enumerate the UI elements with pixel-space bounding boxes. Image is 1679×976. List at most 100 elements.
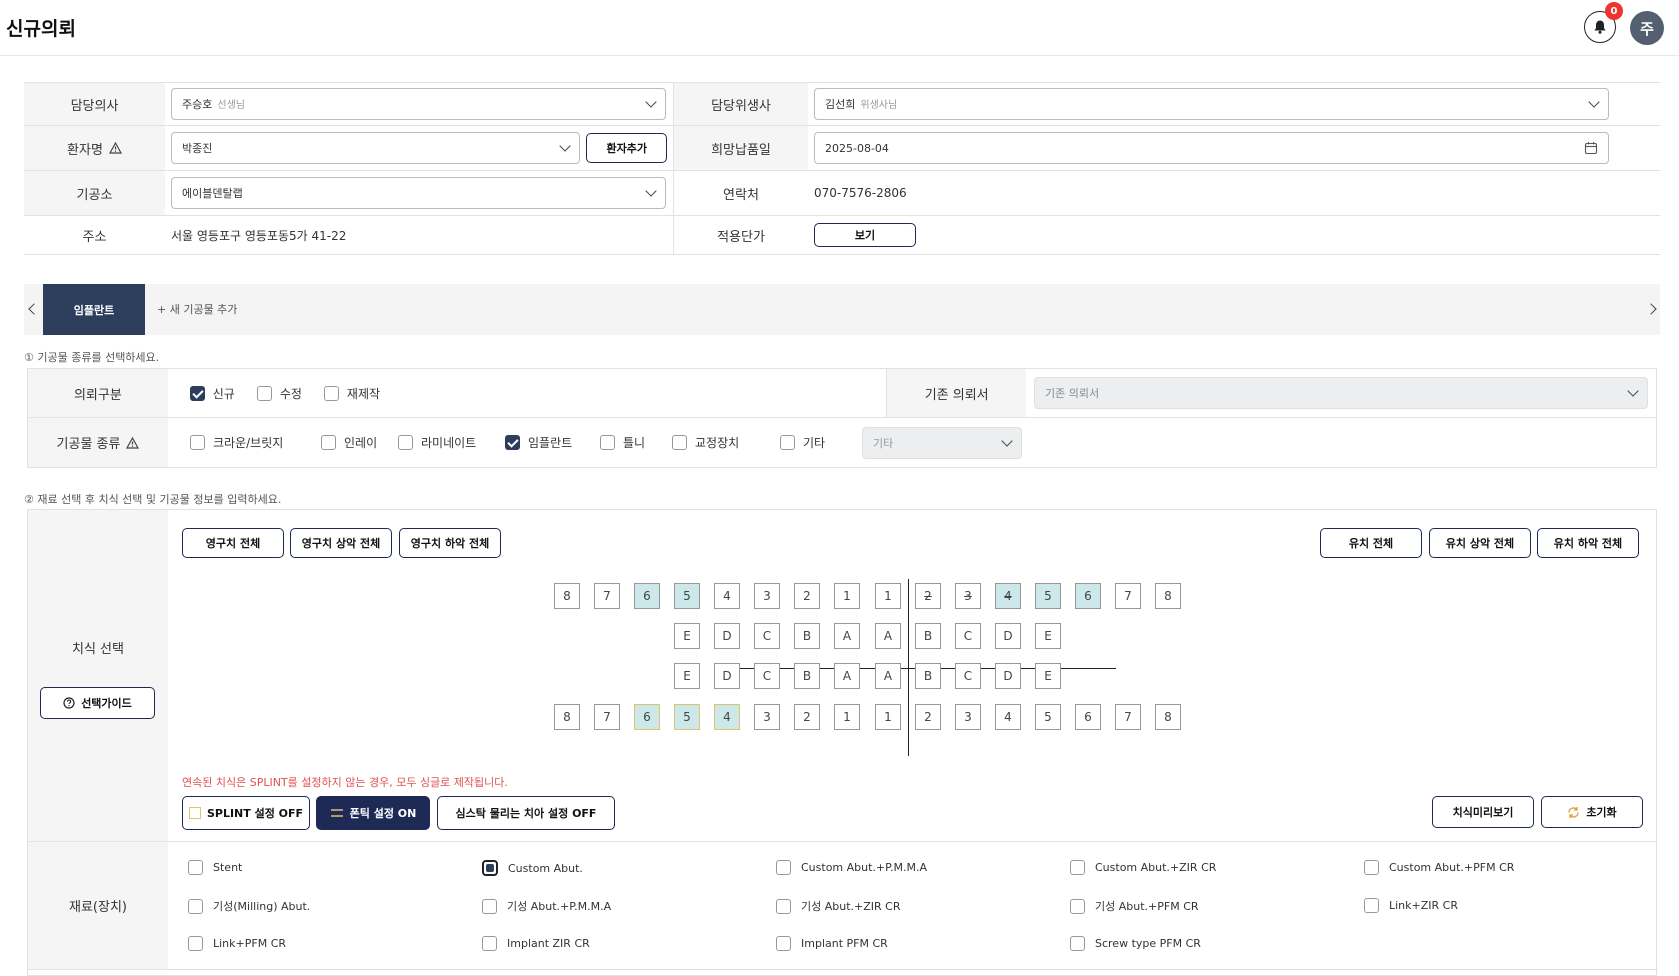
tooth-preview-button[interactable]: 치식미리보기: [1432, 796, 1534, 828]
material-option[interactable]: Screw type PFM CR: [1070, 936, 1201, 951]
material-option[interactable]: 기성(Milling) Abut.: [188, 898, 310, 914]
checkbox[interactable]: [188, 936, 203, 951]
checkbox[interactable]: [776, 898, 791, 914]
tooth-upper-perm[interactable]: 2: [794, 583, 820, 609]
checkbox[interactable]: [776, 860, 791, 875]
checkbox[interactable]: [256, 385, 272, 401]
tooth-lower-perm[interactable]: 6: [1075, 704, 1101, 730]
tooth-lower-perm[interactable]: 5: [674, 704, 700, 730]
tooth-upper-perm[interactable]: 1: [875, 583, 901, 609]
tooth-upper-perm[interactable]: 8: [1155, 583, 1181, 609]
tooth-lower-perm[interactable]: 7: [594, 704, 620, 730]
checkbox[interactable]: [1364, 898, 1379, 913]
checkbox[interactable]: [188, 898, 203, 914]
chevron-left-icon[interactable]: [28, 303, 40, 315]
tooth-upper-perm[interactable]: 4: [995, 583, 1021, 609]
tooth-upper-perm[interactable]: 6: [1075, 583, 1101, 609]
tooth-upper-perm[interactable]: 2: [915, 583, 941, 609]
checkbox[interactable]: [482, 936, 497, 951]
view-price-button[interactable]: 보기: [814, 223, 916, 247]
checkbox-checked[interactable]: [505, 435, 520, 450]
splint-toggle-button[interactable]: SPLINT 설정 OFF: [182, 796, 310, 830]
tooth-lower-perm[interactable]: 8: [1155, 704, 1181, 730]
tooth-upper-prim[interactable]: C: [754, 623, 780, 649]
pontic-toggle-button[interactable]: 폰틱 설정 ON: [316, 796, 430, 830]
request-type-edit[interactable]: 수정: [256, 385, 302, 402]
checkbox[interactable]: [321, 435, 336, 450]
tooth-lower-prim[interactable]: A: [875, 663, 901, 689]
checkbox[interactable]: [776, 936, 791, 951]
tooth-upper-perm[interactable]: 8: [554, 583, 580, 609]
tooth-upper-perm[interactable]: 5: [674, 583, 700, 609]
tooth-lower-perm[interactable]: 1: [875, 704, 901, 730]
tooth-upper-perm[interactable]: 6: [634, 583, 660, 609]
permanent-lower-button[interactable]: 영구치 하악 전체: [399, 528, 501, 558]
primary-lower-button[interactable]: 유치 하악 전체: [1537, 528, 1639, 558]
checkbox[interactable]: [600, 435, 615, 450]
tooth-upper-perm[interactable]: 7: [594, 583, 620, 609]
primary-upper-button[interactable]: 유치 상악 전체: [1429, 528, 1531, 558]
tooth-lower-perm[interactable]: 5: [1035, 704, 1061, 730]
material-option[interactable]: 기성 Abut.+P.M.M.A: [482, 898, 611, 914]
tooth-lower-perm[interactable]: 4: [995, 704, 1021, 730]
tooth-lower-perm[interactable]: 4: [714, 704, 740, 730]
checkbox[interactable]: [188, 860, 203, 875]
tooth-upper-perm[interactable]: 5: [1035, 583, 1061, 609]
checkbox[interactable]: [398, 435, 413, 450]
material-option[interactable]: Custom Abut.+PFM CR: [1364, 860, 1514, 875]
tooth-upper-prim[interactable]: C: [955, 623, 981, 649]
add-patient-button[interactable]: 환자추가: [586, 133, 667, 163]
request-type-new[interactable]: 신규: [189, 385, 235, 402]
tooth-lower-prim[interactable]: C: [955, 663, 981, 689]
type-inlay[interactable]: 인레이: [321, 434, 398, 451]
material-option[interactable]: Implant PFM CR: [776, 936, 888, 951]
tooth-lower-perm[interactable]: 7: [1115, 704, 1141, 730]
tooth-upper-prim[interactable]: B: [915, 623, 941, 649]
other-type-select[interactable]: 기타: [862, 426, 1022, 459]
checkbox-checked[interactable]: [482, 860, 498, 876]
tooth-lower-perm[interactable]: 3: [955, 704, 981, 730]
tab-implant[interactable]: 임플란트: [43, 284, 145, 335]
due-date-input[interactable]: 2025-08-04: [814, 132, 1609, 164]
checkbox-checked[interactable]: [189, 385, 205, 401]
type-orthodontic[interactable]: 교정장치: [672, 434, 780, 451]
patient-select[interactable]: 박종진: [171, 132, 581, 164]
primary-all-button[interactable]: 유치 전체: [1320, 528, 1422, 558]
avatar[interactable]: 주: [1630, 11, 1664, 45]
material-option[interactable]: Link+PFM CR: [188, 936, 286, 951]
tooth-upper-prim[interactable]: E: [674, 623, 700, 649]
tooth-upper-prim[interactable]: B: [794, 623, 820, 649]
type-denture[interactable]: 틀니: [600, 434, 672, 451]
tooth-lower-prim[interactable]: D: [714, 663, 740, 689]
checkbox[interactable]: [672, 435, 687, 450]
type-crown-bridge[interactable]: 크라운/브릿지: [190, 434, 321, 451]
tooth-lower-perm[interactable]: 2: [915, 704, 941, 730]
material-option[interactable]: Custom Abut.: [482, 860, 583, 876]
tooth-lower-perm[interactable]: 8: [554, 704, 580, 730]
checkbox[interactable]: [780, 435, 795, 450]
existing-request-select[interactable]: 기존 의뢰서: [1034, 377, 1649, 409]
tooth-upper-prim[interactable]: E: [1035, 623, 1061, 649]
tooth-lower-perm[interactable]: 1: [834, 704, 860, 730]
tooth-lower-perm[interactable]: 2: [794, 704, 820, 730]
tooth-lower-perm[interactable]: 3: [754, 704, 780, 730]
checkbox[interactable]: [190, 435, 205, 450]
reset-button[interactable]: 초기화: [1541, 796, 1643, 828]
tooth-upper-prim[interactable]: A: [834, 623, 860, 649]
lab-select[interactable]: 에이블덴탈랩: [171, 177, 666, 209]
checkbox[interactable]: [482, 898, 497, 914]
tooth-upper-perm[interactable]: 4: [714, 583, 740, 609]
selection-guide-button[interactable]: 선택가이드: [40, 687, 155, 719]
tooth-upper-prim[interactable]: D: [995, 623, 1021, 649]
material-option[interactable]: Link+ZIR CR: [1364, 898, 1458, 913]
tooth-lower-prim[interactable]: B: [794, 663, 820, 689]
material-option[interactable]: Stent: [188, 860, 242, 875]
tooth-upper-perm[interactable]: 3: [955, 583, 981, 609]
tooth-upper-perm[interactable]: 3: [754, 583, 780, 609]
tooth-lower-prim[interactable]: E: [674, 663, 700, 689]
tooth-lower-prim[interactable]: A: [834, 663, 860, 689]
material-option[interactable]: Custom Abut.+P.M.M.A: [776, 860, 927, 875]
checkbox[interactable]: [323, 385, 339, 401]
deep-bite-toggle-button[interactable]: 심스탁 물리는 치아 설정 OFF: [437, 796, 615, 830]
tooth-upper-perm[interactable]: 7: [1115, 583, 1141, 609]
